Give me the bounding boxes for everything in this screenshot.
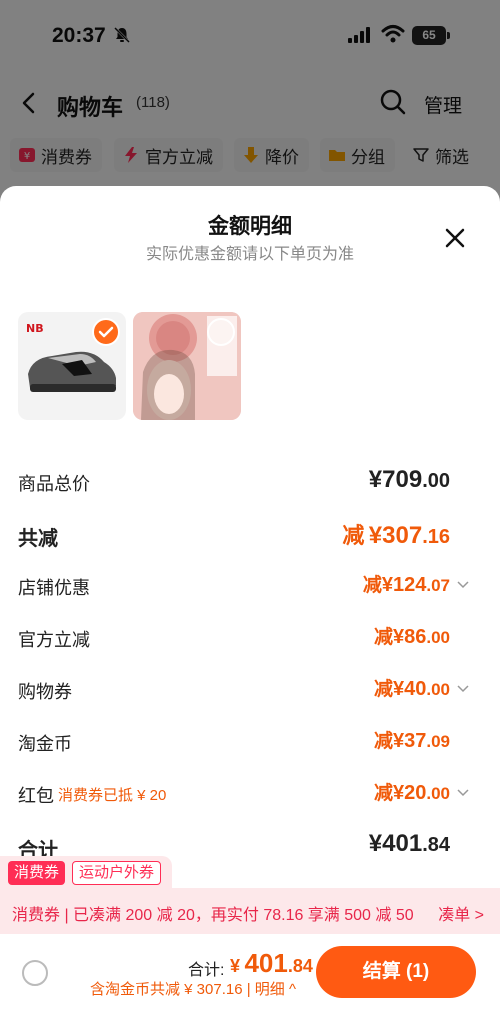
- row-value: 减¥40.00: [373, 678, 450, 700]
- add-items-link[interactable]: 凑单 >: [438, 901, 484, 925]
- promo-text: 消费券 | 已凑满 200 减 20，再实付 78.16 享满 500 减 50: [12, 907, 414, 924]
- row-value: 减 ¥307.16: [342, 522, 450, 549]
- discount-detail-link[interactable]: 含淘金币共减 ¥ 307.16 | 明细 ^: [90, 978, 296, 999]
- consumer-coupon-badge[interactable]: 消费券: [8, 861, 66, 885]
- chevron-down-icon[interactable]: [456, 786, 470, 800]
- red-packet-note: 消费券已抵 ¥ 20: [58, 787, 167, 804]
- row-store-discount[interactable]: 店铺优惠 减¥124.07: [18, 570, 474, 602]
- product-thumbnail-sneaker[interactable]: NB: [18, 312, 126, 420]
- row-label: 共减: [18, 528, 58, 550]
- row-official-discount: 官方立减 减¥86.00: [18, 622, 474, 654]
- row-value: 减¥20.00: [373, 782, 450, 804]
- svg-text:NB: NB: [26, 322, 44, 335]
- row-subtotal: 商品总价 ¥709.00: [18, 466, 474, 498]
- row-value: 减¥37.09: [373, 730, 450, 752]
- coupon-badges: 消费券 运动户外券: [0, 856, 500, 890]
- sports-coupon-badge[interactable]: 运动户外券: [72, 861, 162, 885]
- checkout-bar: 合计: ¥ 401.84 含淘金币共减 ¥ 307.16 | 明细 ^ 结算 (…: [0, 934, 500, 1026]
- promo-bar[interactable]: 消费券 | 已凑满 200 减 20，再实付 78.16 享满 500 减 50…: [0, 888, 500, 934]
- row-label: 店铺优惠: [18, 578, 90, 598]
- unchecked-icon[interactable]: [207, 318, 235, 346]
- row-shopping-voucher[interactable]: 购物券 减¥40.00: [18, 674, 474, 706]
- checked-icon[interactable]: [92, 318, 120, 346]
- row-label: 红包: [18, 786, 54, 806]
- total-value: ¥ 401.84: [230, 948, 313, 978]
- row-red-packet[interactable]: 红包 消费券已抵 ¥ 20 减¥20.00: [18, 778, 474, 810]
- chevron-down-icon[interactable]: [456, 682, 470, 696]
- total-label: 合计:: [188, 962, 225, 979]
- row-taobao-coins: 淘金币 减¥37.09: [18, 726, 474, 758]
- close-icon[interactable]: [443, 226, 467, 250]
- row-label: 淘金币: [18, 734, 72, 754]
- chevron-down-icon[interactable]: [456, 578, 470, 592]
- sheet-title: 金额明细: [208, 215, 292, 238]
- checkout-button[interactable]: 结算 (1): [316, 946, 476, 998]
- row-label: 商品总价: [18, 474, 90, 494]
- row-total-discount: 共减 减 ¥307.16: [18, 518, 474, 550]
- product-thumbnail-blush[interactable]: [133, 312, 241, 420]
- row-value: 减¥86.00: [373, 626, 450, 648]
- row-value: 减¥124.07: [362, 574, 450, 596]
- row-value: ¥709.00: [368, 466, 450, 493]
- select-all-radio[interactable]: [22, 960, 48, 986]
- row-label: 购物券: [18, 682, 72, 702]
- row-value: ¥401.84: [368, 830, 450, 857]
- row-label: 官方立减: [18, 630, 90, 650]
- sheet-subtitle: 实际优惠金额请以下单页为准: [145, 246, 354, 263]
